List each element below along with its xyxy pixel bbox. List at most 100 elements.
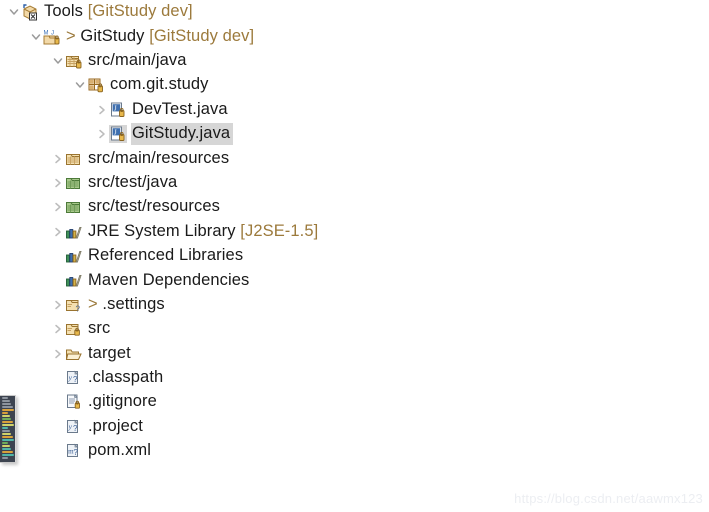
svg-text:?: ? [73, 424, 78, 433]
chevron-down-icon[interactable] [72, 73, 87, 97]
chevron-right-icon[interactable] [50, 317, 65, 341]
minimap-line [2, 412, 8, 414]
chevron-right-icon[interactable] [50, 342, 65, 366]
tree-row-label: DevTest.java [132, 99, 228, 118]
tree-row[interactable]: .gitignore [0, 390, 709, 414]
tree-row[interactable]: Referenced Libraries [0, 244, 709, 268]
package-icon [87, 76, 105, 94]
minimap-line [2, 400, 10, 402]
chevron-down-icon[interactable] [28, 25, 43, 49]
chevron-right-icon[interactable] [94, 98, 109, 122]
minimap-line [2, 433, 11, 435]
minimap-line [2, 448, 11, 450]
text-file-icon [65, 393, 83, 411]
tree-row-label: Tools [GitStudy dev] [44, 2, 193, 21]
minimap-line [2, 418, 11, 420]
tree-row-label: Maven Dependencies [88, 270, 250, 289]
xml-file-icon: y? [65, 369, 83, 387]
test-source-folder-icon [65, 174, 83, 192]
java-file-icon: J [109, 101, 127, 119]
tree-row-label: com.git.study [110, 75, 209, 94]
minimap-line [2, 442, 8, 444]
svg-text:J: J [114, 129, 117, 137]
tree-row-label: src [88, 319, 111, 338]
tree-row[interactable]: src/main/java [0, 49, 709, 73]
tree-row-label: > .settings [88, 294, 165, 313]
minimap-line [2, 415, 10, 417]
chevron-down-icon[interactable] [6, 0, 21, 24]
tree-row-label: GitStudy.java [131, 123, 234, 146]
tree-row-label: > GitStudy [GitStudy dev] [66, 26, 255, 45]
tree-row[interactable]: m? pom.xml [0, 439, 709, 463]
maven-java-project-icon: MJ [43, 28, 61, 46]
chevron-right-icon[interactable] [50, 147, 65, 171]
tree-row[interactable]: M J > GitStudy [GitStudy dev] [0, 24, 709, 48]
maven-pom-icon: m? [65, 442, 83, 460]
tree-row-label: src/main/java [88, 50, 187, 69]
folder-open-icon [65, 345, 83, 363]
minimap-line [2, 445, 10, 447]
tree-row[interactable]: JRE System Library [J2SE-1.5] [0, 220, 709, 244]
minimap-line [2, 424, 14, 426]
minimap-line [2, 397, 8, 399]
tree-row-label: src/test/resources [88, 197, 221, 216]
tree-row[interactable]: J DevTest.java [0, 98, 709, 122]
library-icon [65, 223, 83, 241]
resource-folder-icon [65, 150, 83, 168]
tree-row[interactable]: src/main/resources [0, 146, 709, 170]
minimap-line [2, 439, 14, 441]
tree-row-label: .project [88, 416, 143, 435]
tree-row[interactable]: J GitStudy.java [0, 122, 709, 146]
code-minimap-overlay[interactable] [0, 395, 16, 463]
tree-row[interactable]: ? > .settings [0, 293, 709, 317]
minimap-line [2, 436, 13, 438]
java-file-icon: J [109, 125, 127, 144]
chevron-right-icon[interactable] [50, 171, 65, 195]
tree-row[interactable]: Maven Dependencies [0, 268, 709, 292]
svg-text:?: ? [76, 304, 81, 313]
source-folder-icon [65, 52, 83, 70]
tree-row[interactable]: y? .classpath [0, 366, 709, 390]
tree-row-label: target [88, 343, 131, 362]
library-icon [65, 247, 83, 265]
chevron-right-icon[interactable] [50, 293, 65, 317]
tree-row[interactable]: com.git.study [0, 73, 709, 97]
folder-tracked-icon [65, 320, 83, 338]
chevron-right-icon[interactable] [50, 220, 65, 244]
chevron-right-icon[interactable] [94, 122, 109, 146]
svg-text:?: ? [73, 375, 78, 384]
chevron-right-icon[interactable] [50, 195, 65, 219]
minimap-line [2, 427, 8, 429]
minimap-line [2, 457, 8, 459]
tree-row-label: JRE System Library [J2SE-1.5] [88, 221, 319, 240]
tree-row[interactable]: src/test/resources [0, 195, 709, 219]
minimap-line [2, 406, 13, 408]
tree-row-label: .classpath [88, 368, 164, 387]
minimap-line [2, 451, 13, 453]
minimap-line [2, 430, 10, 432]
test-source-folder-icon [65, 198, 83, 216]
tree-row[interactable]: src/test/java [0, 171, 709, 195]
tree-row-label: src/test/java [88, 172, 178, 191]
xml-file-icon: y? [65, 418, 83, 436]
chevron-down-icon[interactable] [50, 49, 65, 73]
svg-text:J: J [114, 104, 117, 112]
tree-row-label: .gitignore [88, 392, 157, 411]
minimap-line [2, 403, 11, 405]
watermark-text: https://blog.csdn.net/aawmx123 [514, 491, 703, 506]
svg-text:y: y [68, 422, 73, 431]
tree-row-label: pom.xml [88, 441, 152, 460]
minimap-line [2, 421, 13, 423]
tree-row[interactable]: y? .project [0, 415, 709, 439]
svg-text:y: y [68, 373, 73, 382]
minimap-line [2, 454, 14, 456]
tree-row[interactable]: src [0, 317, 709, 341]
tree-row-label: src/main/resources [88, 148, 230, 167]
package-explorer-tree[interactable]: Tools [GitStudy dev] M J > GitStudy [GitStu… [0, 0, 709, 463]
minimap-line [2, 409, 14, 411]
library-icon [65, 271, 83, 289]
tree-row[interactable]: Tools [GitStudy dev] [0, 0, 709, 24]
tree-row-label: Referenced Libraries [88, 246, 244, 265]
working-set-icon [21, 3, 39, 21]
tree-row[interactable]: target [0, 341, 709, 365]
